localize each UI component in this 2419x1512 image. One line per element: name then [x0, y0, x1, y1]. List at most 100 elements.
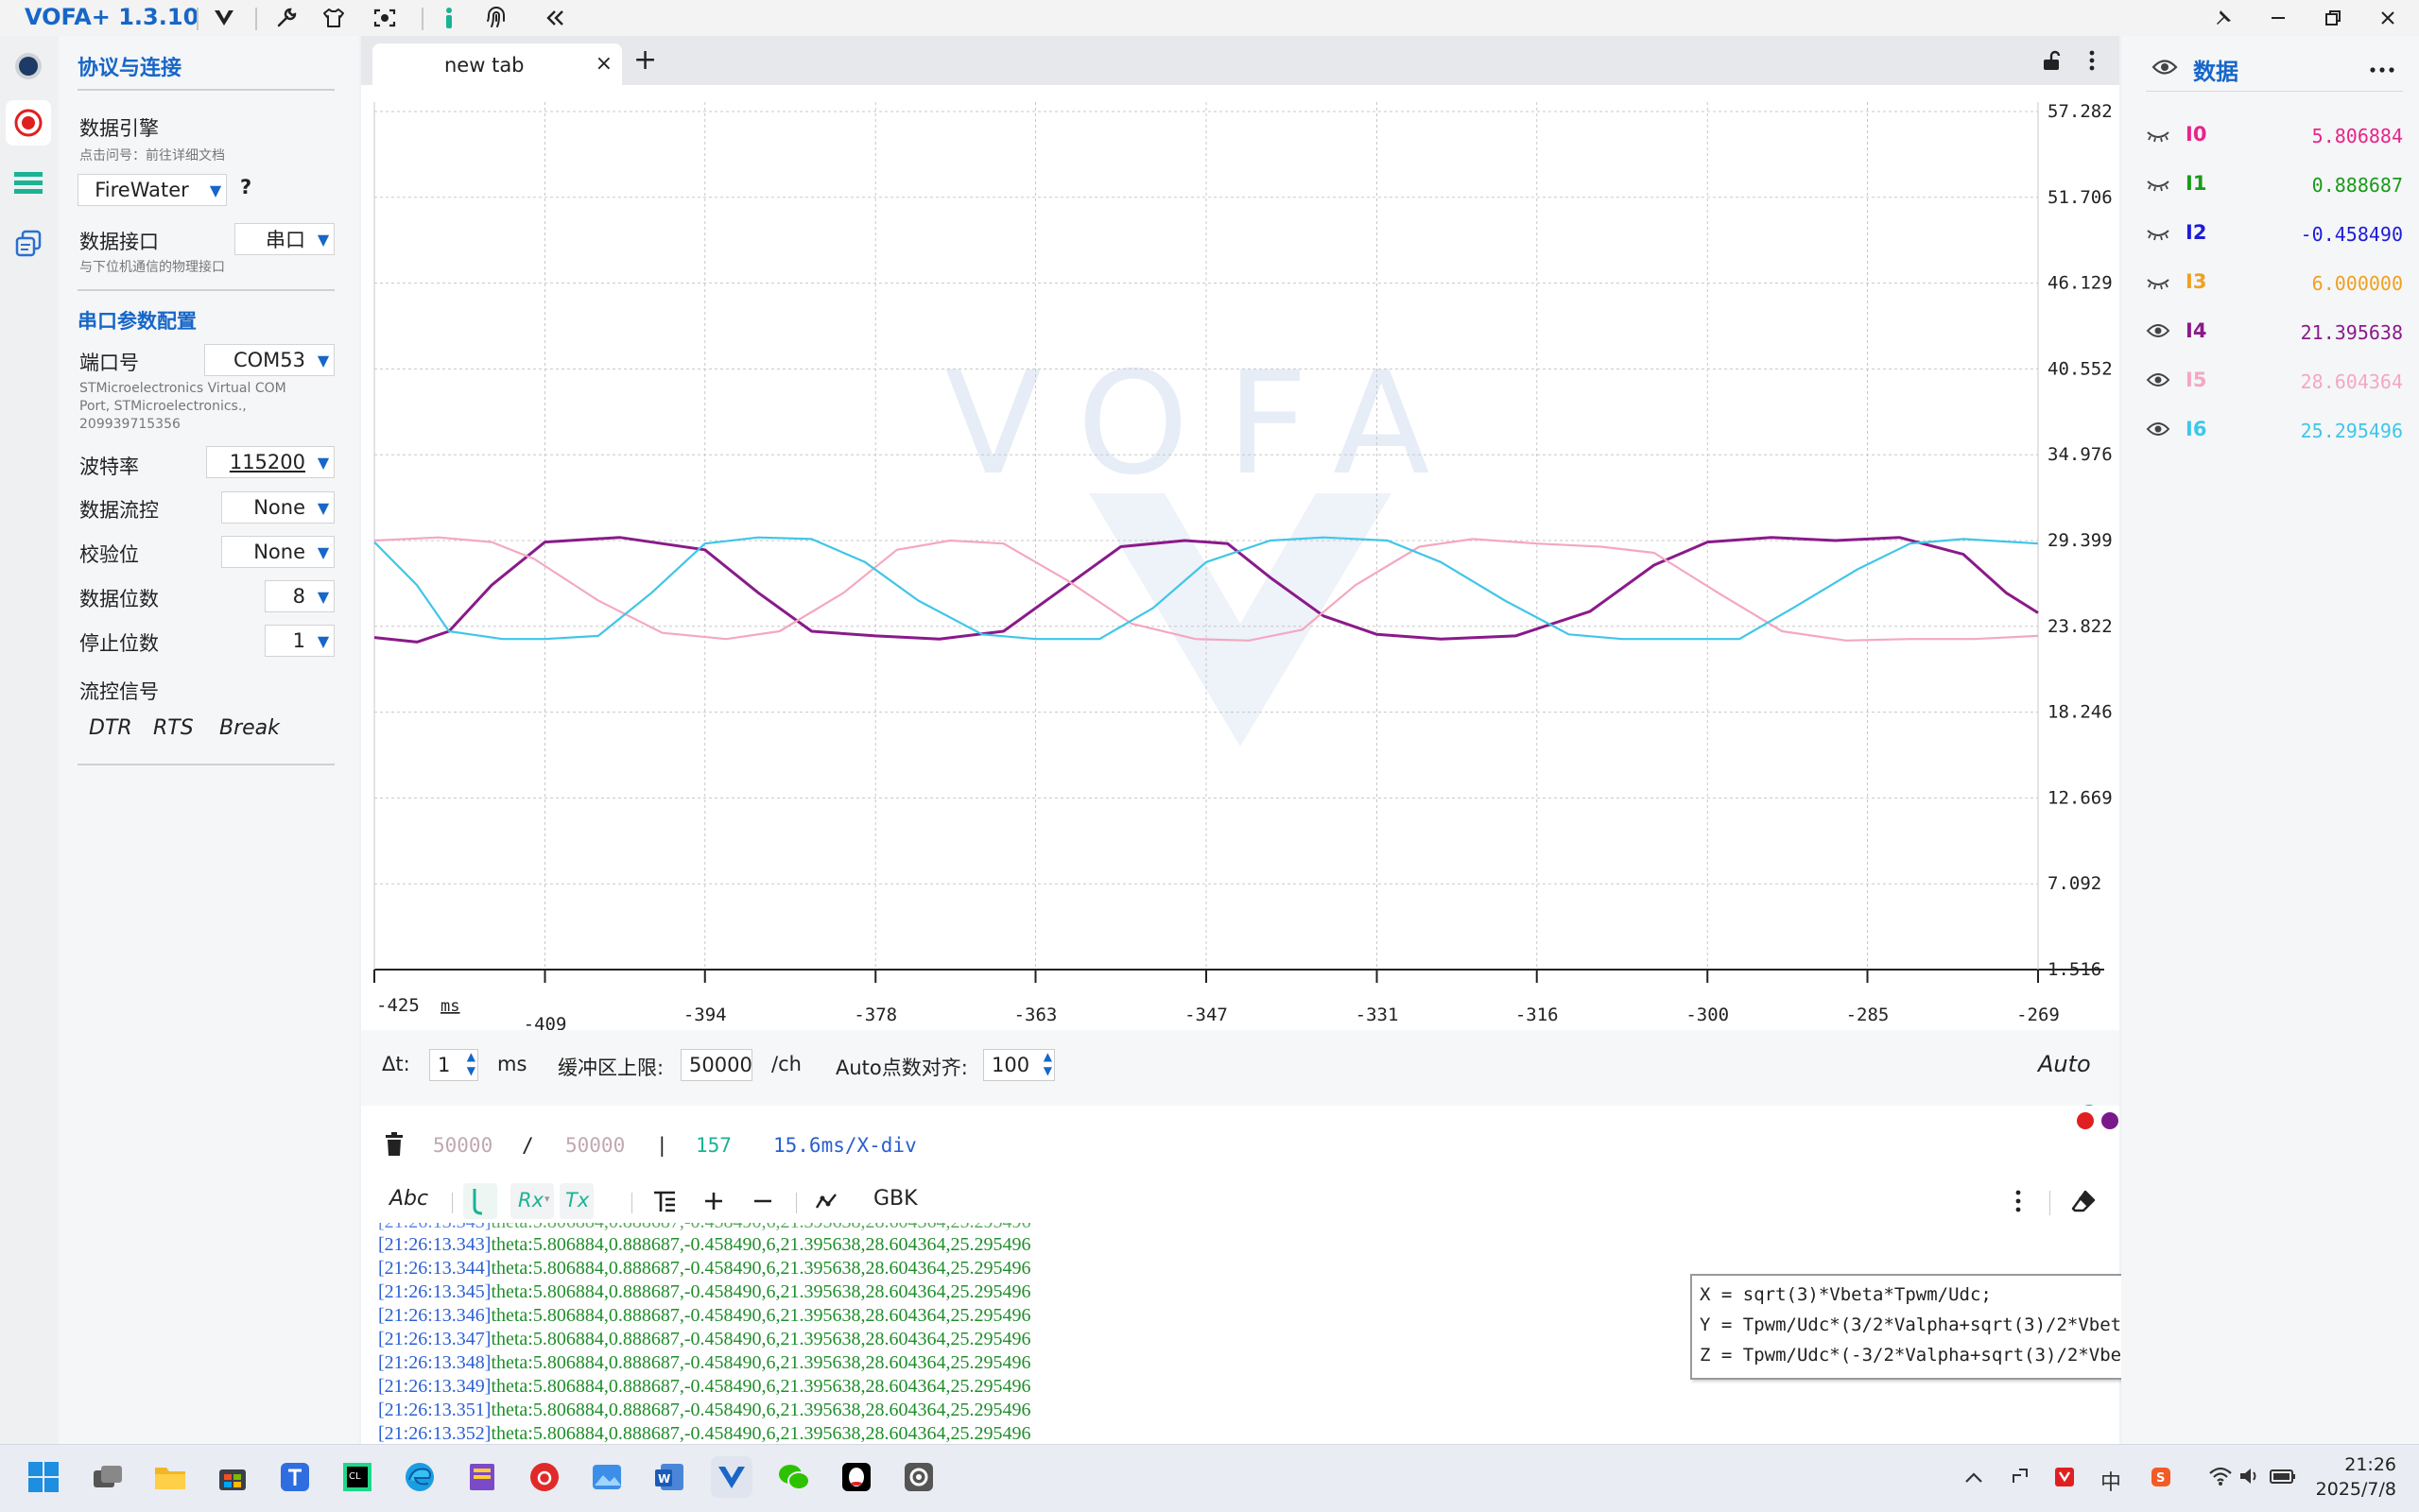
archive-app-icon[interactable]: [461, 1456, 503, 1498]
clion-icon[interactable]: CL: [337, 1456, 378, 1498]
wrench-icon[interactable]: [272, 4, 301, 32]
shirt-icon[interactable]: [320, 4, 348, 32]
interface-select[interactable]: 串口 ▼: [234, 223, 335, 255]
tx-toggle[interactable]: Tx: [560, 1183, 594, 1219]
battery-icon[interactable]: [2269, 1466, 2297, 1492]
data-bits-select[interactable]: 8 ▼: [265, 580, 335, 612]
eye-icon[interactable]: [2146, 370, 2170, 393]
channel-row[interactable]: I5 28.604364: [2146, 363, 2403, 401]
stop-bits-select[interactable]: 1 ▼: [265, 625, 335, 657]
store-icon[interactable]: [212, 1456, 253, 1498]
network-share-icon[interactable]: [2010, 1466, 2030, 1492]
sogou-ime-icon[interactable]: S: [2150, 1466, 2172, 1494]
eye-closed-icon[interactable]: [2146, 174, 2170, 197]
eye-icon[interactable]: [2151, 57, 2178, 81]
close-tab-icon[interactable]: ×: [596, 52, 613, 76]
log-more-options-icon[interactable]: [2013, 1189, 2023, 1217]
minimize-button[interactable]: [2259, 2, 2297, 34]
tab-new-tab[interactable]: new tab ×: [372, 43, 622, 85]
channel-row[interactable]: I0 5.806884: [2146, 117, 2403, 155]
channel-row[interactable]: I1 0.888687: [2146, 166, 2403, 204]
close-window-button[interactable]: [2369, 2, 2407, 34]
dt-spinbox[interactable]: 1 ▲ ▼: [429, 1049, 478, 1081]
waveform-plot[interactable]: VOFA 57.282 51.706 46.129 40.552 34.976 29.399…: [361, 85, 2119, 1030]
list-menu-icon[interactable]: [6, 161, 51, 206]
record-icon[interactable]: [6, 100, 51, 146]
auto-button[interactable]: Auto: [2038, 1051, 2091, 1077]
ime-indicator[interactable]: 中: [2100, 1466, 2121, 1496]
system-clock[interactable]: 21:26 2025/7/8: [2316, 1452, 2396, 1502]
widgets-icon[interactable]: [6, 221, 51, 266]
screenshot-icon[interactable]: [371, 4, 399, 32]
collapse-panels-icon[interactable]: [541, 4, 569, 32]
auto-align-spinbox[interactable]: 100 ▲ ▼: [983, 1049, 1055, 1081]
port-select[interactable]: COM53 ▼: [204, 344, 335, 376]
unlock-icon[interactable]: [2040, 49, 2063, 76]
engine-hint: 点击问号：前往详细文档: [79, 148, 225, 163]
zoom-in-icon[interactable]: [703, 1191, 724, 1215]
translator-app-icon[interactable]: [274, 1456, 316, 1498]
netease-music-icon[interactable]: [524, 1456, 565, 1498]
connection-status-icon[interactable]: [6, 43, 51, 89]
eye-icon[interactable]: [2146, 321, 2170, 344]
toolbar-separator: [197, 8, 199, 30]
rx-toggle[interactable]: Rx ▾: [510, 1183, 554, 1219]
wechat-icon[interactable]: [773, 1456, 815, 1498]
panel-more-icon[interactable]: [2369, 60, 2395, 78]
encoding-icon[interactable]: [815, 1191, 839, 1215]
vofa-taskbar-icon[interactable]: [711, 1456, 752, 1498]
word-icon[interactable]: W: [648, 1456, 690, 1498]
fingerprint-icon[interactable]: [482, 4, 510, 32]
restore-button[interactable]: [2314, 2, 2352, 34]
pin-icon[interactable]: [2204, 2, 2242, 34]
break-button[interactable]: Break: [219, 716, 280, 740]
clear-buffer-icon[interactable]: [384, 1132, 405, 1160]
slider-handle-red[interactable]: [2077, 1112, 2094, 1129]
buffer-value: 50000: [689, 1054, 752, 1076]
log-line-partial: [21:26:13.343]theta:5.806884,0.888687,-0…: [378, 1223, 1031, 1233]
channel-name: I4: [2186, 319, 2207, 342]
settings-gear-icon[interactable]: [898, 1456, 940, 1498]
task-view-icon[interactable]: [87, 1456, 129, 1498]
eraser-icon[interactable]: [2070, 1189, 2097, 1219]
add-tab-button[interactable]: +: [633, 43, 657, 77]
flow-control-select[interactable]: None ▼: [221, 491, 335, 524]
baud-select[interactable]: 115200 ▼: [206, 446, 335, 478]
spin-arrows-icon[interactable]: ▲ ▼: [1044, 1050, 1052, 1078]
eye-closed-icon[interactable]: [2146, 125, 2170, 147]
text-format-icon[interactable]: [652, 1191, 677, 1217]
volume-icon[interactable]: [2238, 1466, 2261, 1492]
buffer-input[interactable]: 50000: [681, 1049, 752, 1081]
channel-row[interactable]: I2 -0.458490: [2146, 215, 2403, 253]
waveform-svg[interactable]: VOFA 57.282 51.706 46.129 40.552 34.976 29.399…: [361, 85, 2119, 1030]
engine-select[interactable]: FireWater ▼: [78, 174, 227, 206]
parity-select[interactable]: None ▼: [221, 536, 335, 568]
rts-button[interactable]: RTS: [153, 716, 194, 740]
slider-handle-purple[interactable]: [2101, 1112, 2118, 1129]
encoding-label[interactable]: GBK: [873, 1187, 918, 1211]
tray-app-icon[interactable]: [2053, 1466, 2076, 1494]
log-line: [21:26:13.351]theta:5.806884,0.888687,-0…: [378, 1400, 1031, 1420]
eye-closed-icon[interactable]: [2146, 223, 2170, 246]
tray-overflow-icon[interactable]: [1964, 1466, 1983, 1489]
info-icon[interactable]: [435, 4, 463, 32]
engine-help-button[interactable]: ?: [240, 176, 251, 198]
eye-closed-icon[interactable]: [2146, 272, 2170, 295]
more-options-icon[interactable]: [2087, 49, 2097, 76]
file-explorer-icon[interactable]: [149, 1456, 191, 1498]
vofa-logo-icon[interactable]: [210, 4, 238, 32]
channel-row[interactable]: I3 6.000000: [2146, 265, 2403, 302]
text-mode-button[interactable]: Abc: [389, 1187, 428, 1211]
edge-browser-icon[interactable]: [399, 1456, 441, 1498]
channel-row[interactable]: I4 21.395638: [2146, 314, 2403, 352]
scroll-lock-icon[interactable]: [463, 1183, 497, 1219]
qq-icon[interactable]: [836, 1456, 877, 1498]
eye-icon[interactable]: [2146, 420, 2170, 442]
dtr-button[interactable]: DTR: [89, 716, 132, 740]
channel-row[interactable]: I6 25.295496: [2146, 412, 2403, 450]
wifi-icon[interactable]: [2208, 1466, 2233, 1492]
windows-start-icon[interactable]: [23, 1456, 64, 1498]
zoom-out-icon[interactable]: [752, 1191, 773, 1215]
spin-arrows-icon[interactable]: ▲ ▼: [467, 1050, 475, 1078]
photos-icon[interactable]: [586, 1456, 628, 1498]
